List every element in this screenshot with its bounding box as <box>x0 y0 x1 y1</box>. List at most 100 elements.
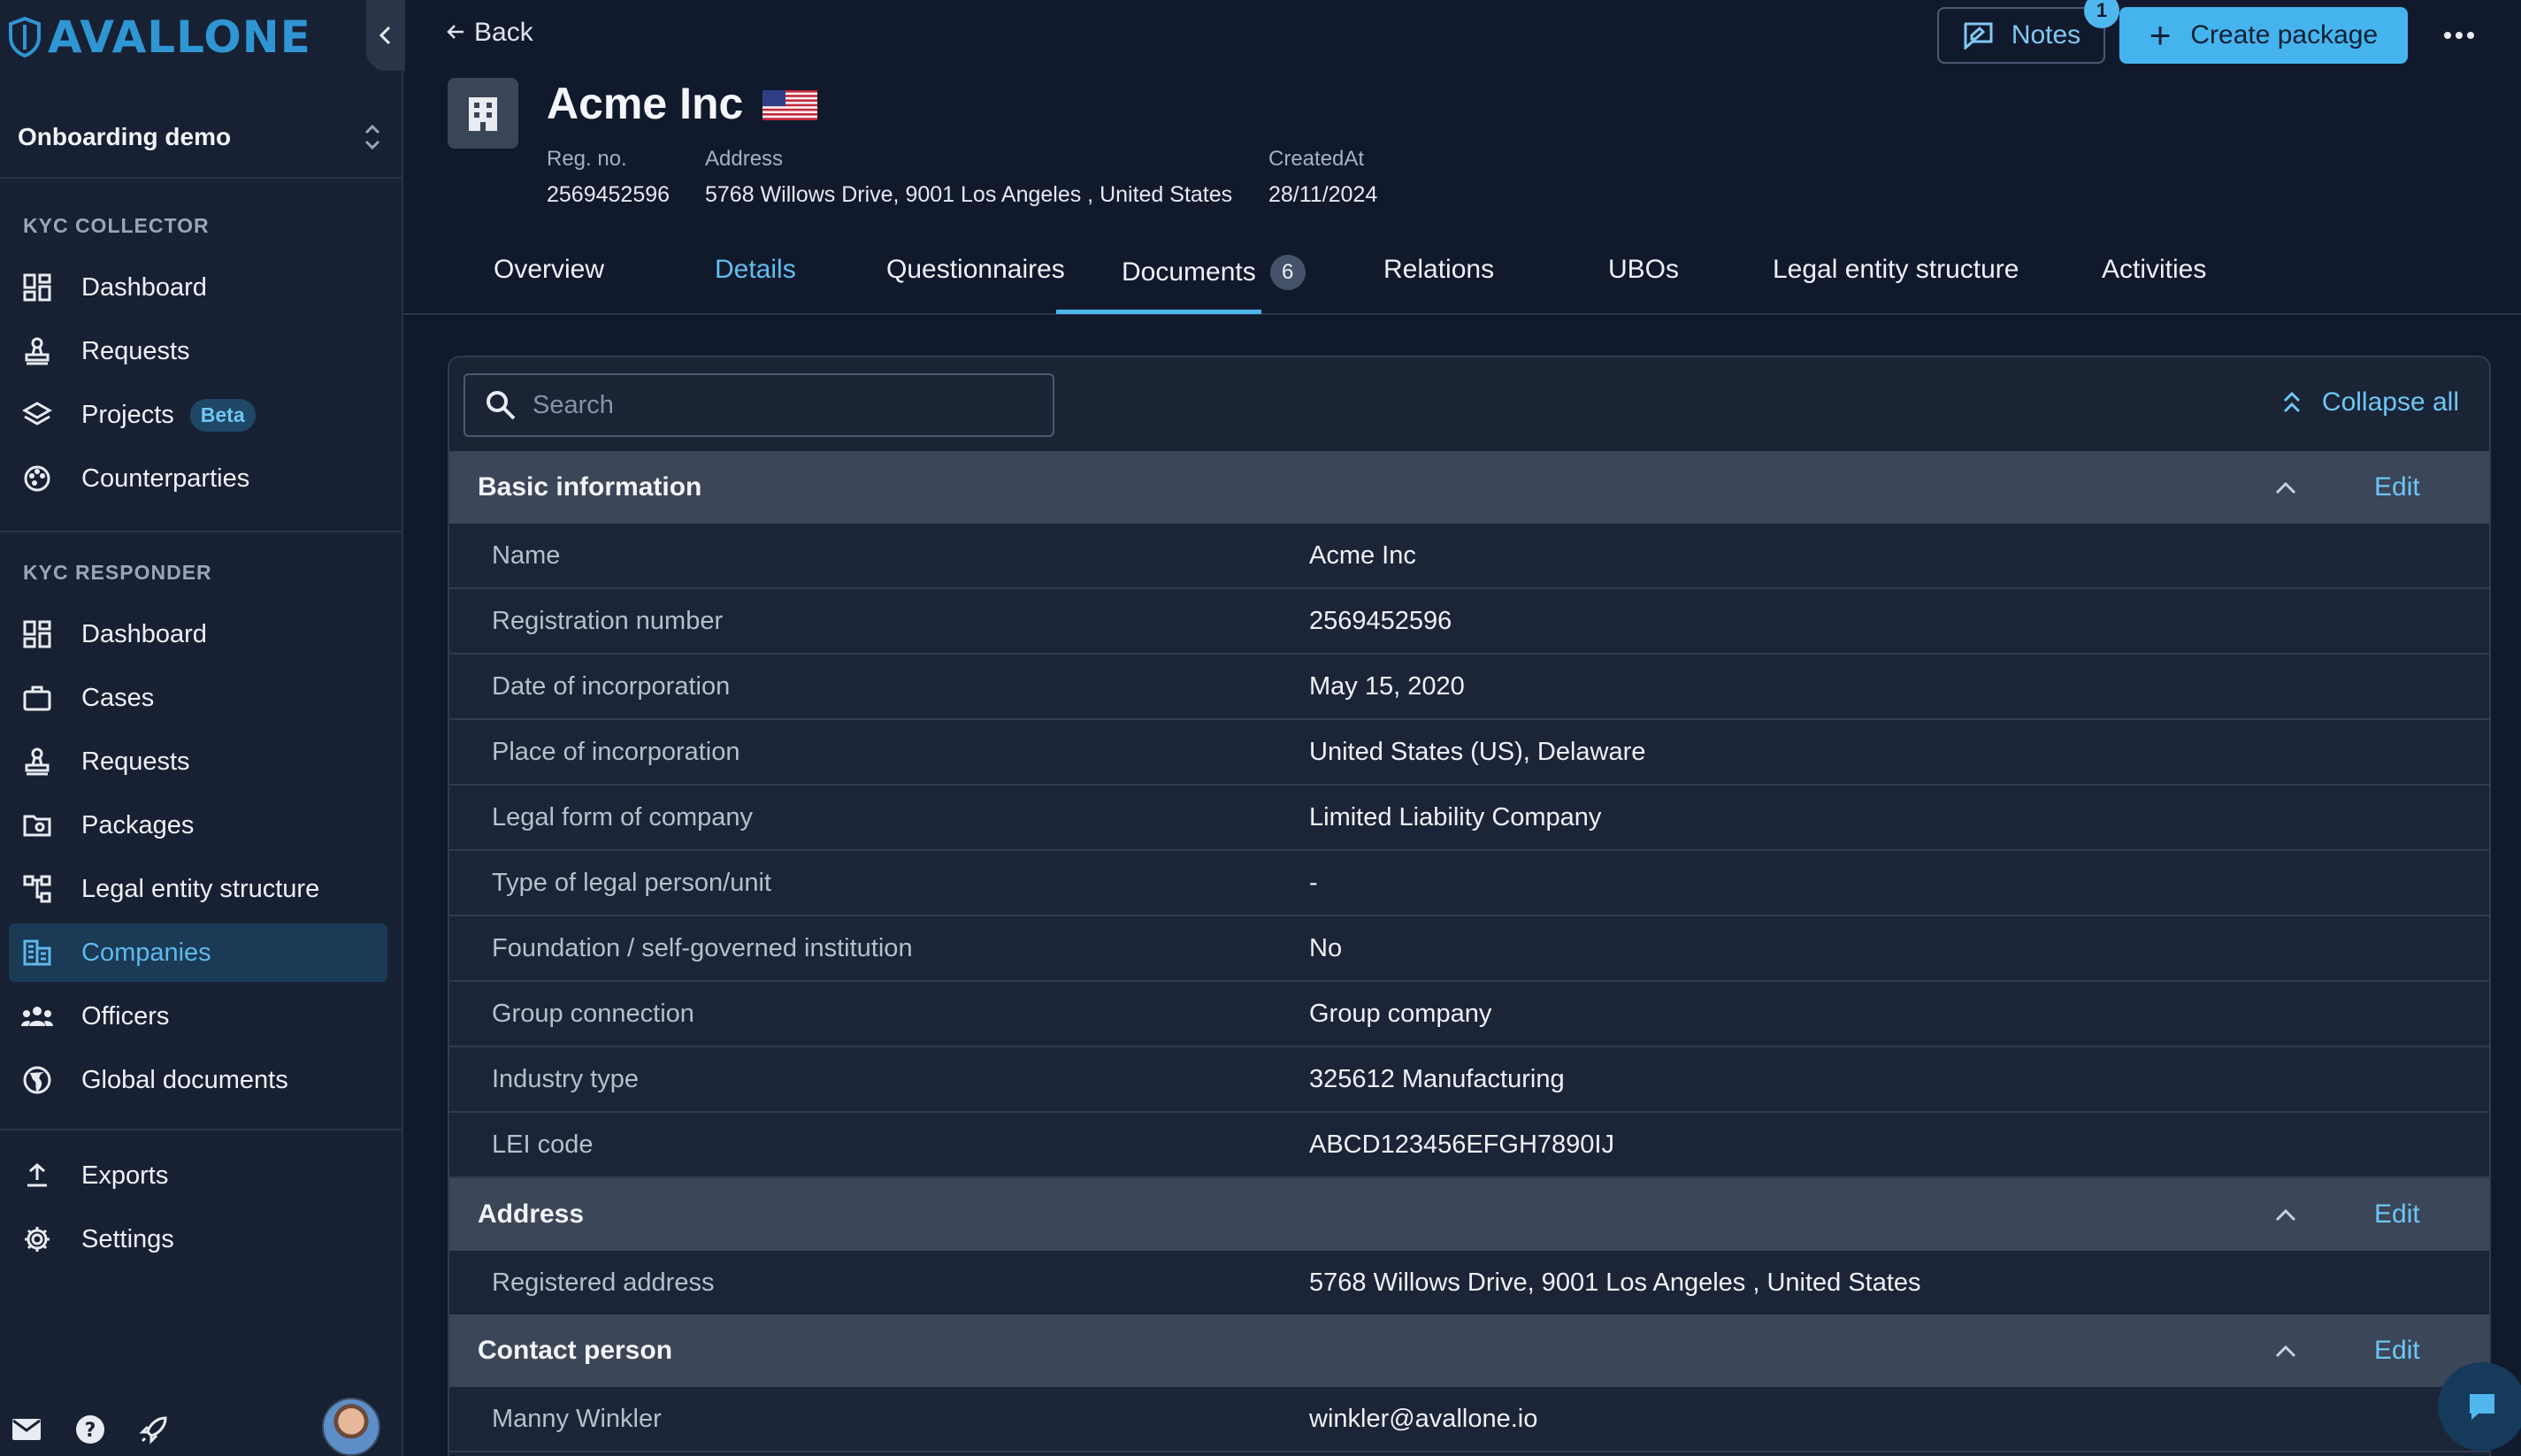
rocket-icon[interactable] <box>136 1412 172 1447</box>
hierarchy-icon <box>19 871 55 907</box>
sidebar-item-label: Requests <box>81 747 190 776</box>
chevron-up-icon[interactable] <box>2272 474 2300 502</box>
more-horizontal-icon <box>2444 32 2474 39</box>
tab-questionnaires[interactable]: Questionnaires <box>886 255 1065 285</box>
tab-legal-entity-structure[interactable]: Legal entity structure <box>1773 255 2019 285</box>
sidebar-collapse-button[interactable] <box>366 0 405 71</box>
search-input[interactable] <box>533 390 1028 420</box>
sidebar-item-cases[interactable]: Cases <box>9 669 387 727</box>
sidebar-item-counterparties[interactable]: Counterparties <box>9 449 387 508</box>
sidebar-item-collector-dashboard[interactable]: Dashboard <box>9 258 387 317</box>
collapse-all-button[interactable]: Collapse all <box>2281 387 2459 418</box>
svg-text:?: ? <box>85 1420 96 1442</box>
sidebar: AVALLONE Onboarding demo KYC COLLECTOR D… <box>0 0 405 1456</box>
tab-relations[interactable]: Relations <box>1383 255 1494 285</box>
detail-value: 5768 Willows Drive, 9001 Los Angeles , U… <box>1309 1268 1921 1297</box>
sidebar-divider <box>0 531 402 533</box>
more-options-button[interactable] <box>2438 16 2480 55</box>
detail-key: LEI code <box>492 1130 594 1159</box>
created-at-value: 28/11/2024 <box>1268 182 1378 207</box>
mail-icon[interactable] <box>9 1412 44 1447</box>
sidebar-item-collector-requests[interactable]: Requests <box>9 322 387 380</box>
sidebar-item-label: Exports <box>81 1161 169 1190</box>
tab-ubos[interactable]: UBOs <box>1608 255 1679 285</box>
sidebar-item-companies[interactable]: Companies <box>9 923 387 982</box>
detail-row: Place of incorporation United States (US)… <box>449 720 2489 785</box>
sidebar-item-label: Projects <box>81 400 174 429</box>
active-tab-indicator <box>1056 310 1261 314</box>
workspace-switcher[interactable]: Onboarding demo <box>0 97 402 179</box>
address-value: 5768 Willows Drive, 9001 Los Angeles , U… <box>705 182 1233 207</box>
layers-icon <box>19 397 55 433</box>
tab-activities[interactable]: Activities <box>2102 255 2206 285</box>
sidebar-item-label: Companies <box>81 938 211 967</box>
sidebar-item-label: Dashboard <box>81 619 207 648</box>
beta-badge: Beta <box>189 398 256 432</box>
notes-icon <box>1964 22 1993 50</box>
reg-no-label: Reg. no. <box>547 147 627 171</box>
create-package-label: Create package <box>2190 20 2379 50</box>
avallone-logo[interactable]: AVALLONE <box>7 11 311 63</box>
back-button[interactable]: Back <box>446 18 533 48</box>
section-title: Contact person <box>478 1336 673 1365</box>
detail-key: Foundation / self-governed institution <box>492 934 913 962</box>
chevron-up-icon[interactable] <box>2272 1201 2300 1230</box>
section-header-contact-person[interactable]: Contact person Edit <box>449 1314 2489 1387</box>
notes-label: Notes <box>2011 20 2081 50</box>
edit-button[interactable]: Edit <box>2374 1336 2420 1366</box>
chat-button[interactable] <box>2438 1362 2521 1451</box>
detail-value: Acme Inc <box>1309 541 1416 570</box>
detail-row: Name Acme Inc <box>449 524 2489 589</box>
workspace-name: Onboarding demo <box>18 123 232 150</box>
detail-value: United States (US), Delaware <box>1309 738 1646 766</box>
help-icon[interactable]: ? <box>73 1412 108 1447</box>
shield-logo-icon <box>9 16 41 58</box>
chevron-left-icon <box>379 26 391 45</box>
section-header-basic-information[interactable]: Basic information Edit <box>449 451 2489 524</box>
section-title: Basic information <box>478 472 702 502</box>
detail-value: May 15, 2020 <box>1309 672 1465 701</box>
sidebar-item-legal-entity-structure[interactable]: Legal entity structure <box>9 860 387 918</box>
edit-button[interactable]: Edit <box>2374 472 2420 502</box>
edit-button[interactable]: Edit <box>2374 1199 2420 1230</box>
sidebar-item-global-documents[interactable]: Global documents <box>9 1051 387 1109</box>
notes-count-badge: 1 <box>2084 0 2119 28</box>
sidebar-divider <box>0 1129 402 1130</box>
kyc-responder-title: KYC RESPONDER <box>23 561 212 584</box>
documents-count-badge: 6 <box>1269 255 1306 290</box>
tab-details[interactable]: Details <box>715 255 796 285</box>
chevron-up-icon[interactable] <box>2272 1337 2300 1366</box>
sidebar-item-packages[interactable]: Packages <box>9 796 387 854</box>
notes-button[interactable]: Notes <box>1937 7 2105 64</box>
sidebar-item-label: Dashboard <box>81 272 207 302</box>
sidebar-footer: ? <box>0 1398 402 1456</box>
detail-value: No <box>1309 934 1343 962</box>
search-field[interactable] <box>464 373 1054 437</box>
detail-row: Manny Winkler winkler@avallone.io <box>449 1387 2489 1452</box>
detail-value: Limited Liability Company <box>1309 803 1602 831</box>
building-icon <box>469 97 497 131</box>
tab-documents[interactable]: Documents 6 <box>1122 255 1306 290</box>
brand-name: AVALLONE <box>48 11 311 63</box>
section-title: Address <box>478 1199 585 1229</box>
create-package-button[interactable]: + Create package <box>2119 7 2408 64</box>
detail-key: Registered address <box>492 1268 715 1297</box>
detail-value: 2569452596 <box>1309 607 1452 635</box>
created-at-label: CreatedAt <box>1268 147 1365 171</box>
sidebar-item-officers[interactable]: Officers <box>9 987 387 1046</box>
sidebar-item-projects[interactable]: Projects Beta <box>9 386 387 444</box>
briefcase-icon <box>19 680 55 716</box>
sidebar-item-responder-requests[interactable]: Requests <box>9 732 387 791</box>
section-header-address[interactable]: Address Edit <box>449 1178 2489 1251</box>
tab-overview[interactable]: Overview <box>494 255 604 285</box>
sidebar-item-settings[interactable]: Settings <box>9 1210 387 1268</box>
unfold-icon <box>364 124 380 150</box>
address-label: Address <box>705 147 784 171</box>
detail-key: Place of incorporation <box>492 738 740 766</box>
detail-row: Legal form of company Limited Liability C… <box>449 785 2489 851</box>
user-avatar[interactable] <box>322 1398 380 1456</box>
detail-key: Legal form of company <box>492 803 753 831</box>
double-chevron-up-icon <box>2283 391 2300 413</box>
sidebar-item-exports[interactable]: Exports <box>9 1146 387 1205</box>
sidebar-item-responder-dashboard[interactable]: Dashboard <box>9 605 387 663</box>
